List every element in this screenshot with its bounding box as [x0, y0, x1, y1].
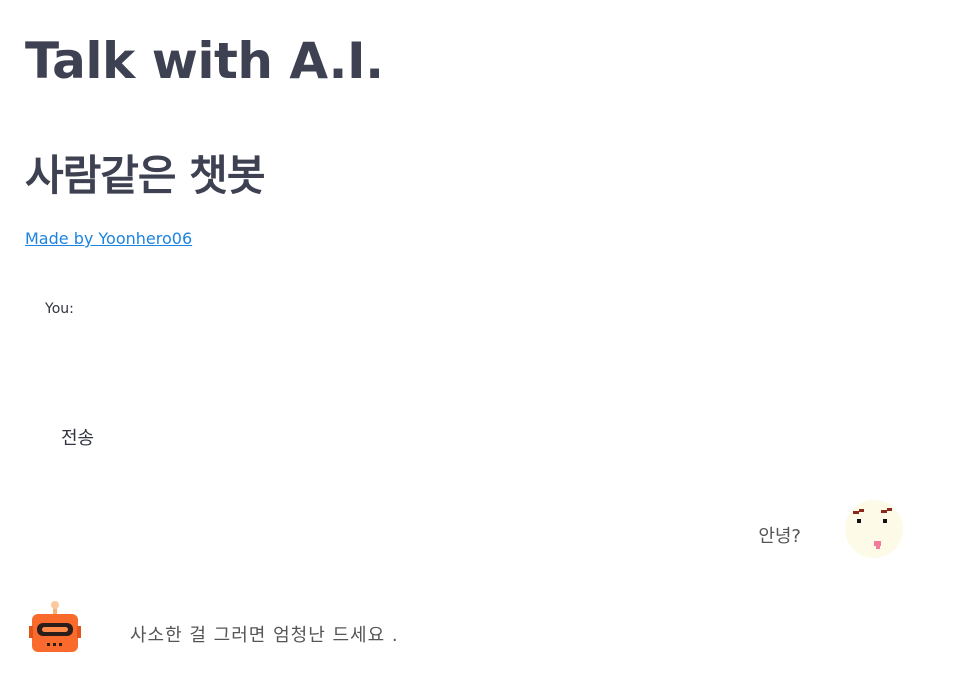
credit-link[interactable]: Made by Yoonhero06 — [25, 229, 192, 248]
pixel-face-icon — [845, 500, 903, 558]
robot-icon — [28, 598, 82, 656]
chat-app: Talk with A.I. 사람같은 챗봇 Made by Yoonhero0… — [0, 0, 953, 692]
bot-message-text: 사소한 걸 그러면 엄청난 드세요 . — [130, 625, 399, 646]
message-input[interactable] — [45, 328, 905, 368]
page-subtitle: 사람같은 챗봇 — [25, 151, 265, 200]
send-button[interactable]: 전송 — [50, 421, 114, 453]
input-label: You: — [45, 301, 74, 317]
user-message-text: 안녕? — [758, 526, 801, 547]
page-title: Talk with A.I. — [25, 32, 384, 90]
